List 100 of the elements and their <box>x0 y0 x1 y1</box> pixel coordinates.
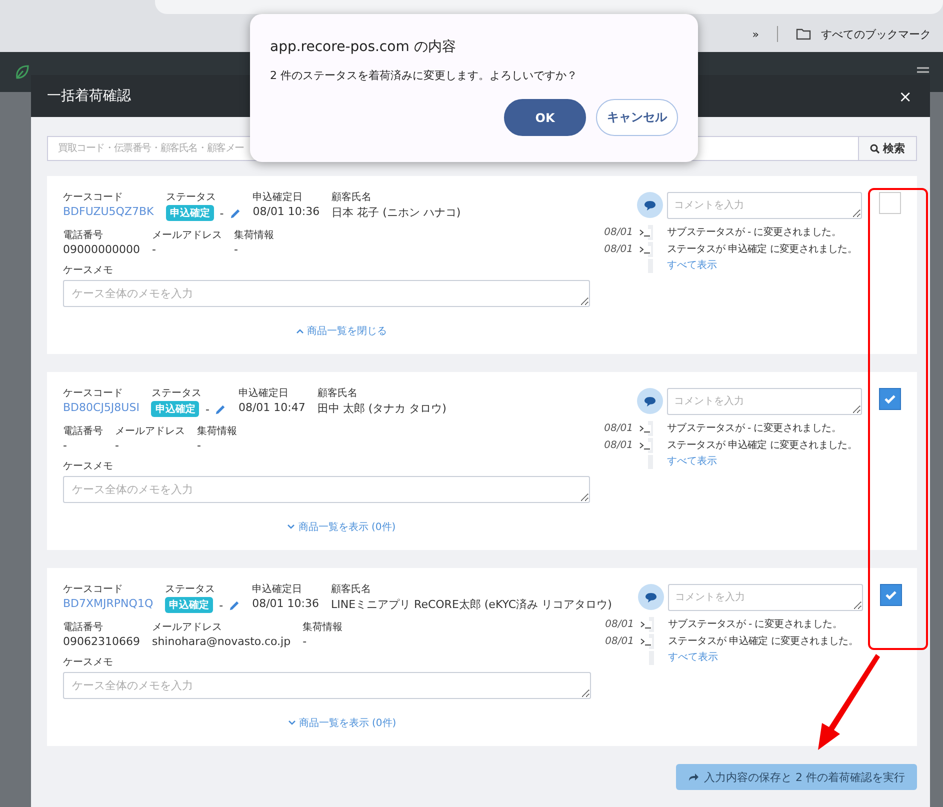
history-date: 08/01 <box>603 422 633 436</box>
field-value: 09062310669 <box>63 635 140 648</box>
show-all-link[interactable]: すべて表示 <box>668 651 863 665</box>
checkmark-icon <box>885 590 897 600</box>
case-code-link[interactable]: BDFUZU5QZ7BK <box>63 205 154 218</box>
case-code-link[interactable]: BD80CJ5J8USI <box>63 401 140 414</box>
product-list-toggle[interactable]: 商品一覧を表示 (0件) <box>287 520 396 534</box>
field-value: 日本 花子 (ニホン ハナコ) <box>332 205 461 220</box>
history-date: 08/01 <box>603 243 633 257</box>
submit-button[interactable]: 入力内容の保存と 2 件の着荷確認を実行 <box>676 764 917 790</box>
leaf-logo-icon <box>14 64 30 80</box>
field-value: 08/01 10:36 <box>252 597 319 610</box>
bookmarks-overflow[interactable]: » <box>752 28 759 40</box>
close-button[interactable]: × <box>896 86 914 106</box>
cancel-button[interactable]: キャンセル <box>596 99 678 136</box>
substatus-value: - <box>219 598 224 612</box>
pencil-icon[interactable] <box>215 404 226 414</box>
field-label: ケースメモ <box>63 656 114 669</box>
field-label: ケースコード <box>63 387 124 400</box>
terminal-icon <box>639 229 651 237</box>
field-value: 09000000000 <box>63 243 140 256</box>
history-date: 08/01 <box>604 635 634 649</box>
checkbox[interactable] <box>879 388 901 410</box>
pencil-icon[interactable] <box>229 600 240 610</box>
comment-field[interactable]: コメントを入力 <box>667 192 862 219</box>
comment-field[interactable]: コメントを入力 <box>667 388 862 415</box>
checkmark-icon <box>884 394 896 404</box>
field-label: ステータス <box>166 191 217 204</box>
terminal-icon <box>639 246 651 254</box>
product-list-toggle[interactable]: 商品一覧を閉じる <box>296 324 387 338</box>
alert-message: 2 件のステータスを着荷済みに変更します。よろしいですか？ <box>270 68 578 83</box>
field-value: - <box>63 439 68 452</box>
terminal-icon <box>640 621 652 629</box>
field-label: メールアドレス <box>152 621 223 634</box>
field-label: 顧客氏名 <box>332 190 373 204</box>
search-icon <box>870 144 880 154</box>
alert-title: app.recore-pos.com の内容 <box>270 38 457 56</box>
history-entry: ステータスが 申込確定 に変更されました。 <box>667 242 858 257</box>
modal-title: 一括着荷確認 <box>47 87 131 105</box>
field-label: 集荷情報 <box>302 620 343 634</box>
field-value: - <box>152 243 157 256</box>
field-label: 集荷情報 <box>234 228 274 242</box>
field-label: 申込確定日 <box>252 190 304 204</box>
field-label: 集荷情報 <box>197 424 237 438</box>
history-entry: ステータスが 申込確定 に変更されました。 <box>668 634 858 649</box>
memo-field[interactable]: ケース全体のメモを入力 <box>63 280 590 307</box>
field-label: ケースメモ <box>63 460 114 473</box>
show-all-link[interactable]: すべて表示 <box>667 259 862 273</box>
bookmarks-folder[interactable]: すべてのブックマーク <box>821 26 931 42</box>
field-label: ステータス <box>151 387 202 400</box>
field-label: 顧客氏名 <box>317 386 358 400</box>
comment-field[interactable]: コメントを入力 <box>668 584 863 611</box>
terminal-icon <box>640 638 652 646</box>
caret-down-icon <box>287 524 296 530</box>
pencil-icon[interactable] <box>230 208 241 218</box>
folder-icon <box>796 28 811 40</box>
field-value: - <box>234 243 239 256</box>
field-value: - <box>115 439 120 452</box>
history-entry: サブステータスが - に変更されました。 <box>668 618 842 632</box>
history-date: 08/01 <box>604 618 634 632</box>
field-value: - <box>302 635 308 648</box>
status-badge: 申込確定 <box>151 401 200 417</box>
checkbox[interactable] <box>879 192 901 214</box>
field-value: 08/01 10:36 <box>252 205 320 218</box>
caret-down-icon <box>288 720 296 726</box>
status-badge: 申込確定 <box>165 597 214 613</box>
comment-bubble-icon <box>637 388 663 414</box>
field-label: 電話番号 <box>63 228 104 242</box>
field-value: shinohara@novasto.co.jp <box>152 635 291 648</box>
field-value: 08/01 10:47 <box>238 401 306 414</box>
case-code-link[interactable]: BD7XMJRPNQ1Q <box>63 597 154 610</box>
field-label: ステータス <box>165 583 216 596</box>
checkbox[interactable] <box>880 584 902 606</box>
search-button[interactable]: 検索 <box>858 136 917 161</box>
share-arrow-icon <box>688 772 699 782</box>
field-label: 顧客氏名 <box>331 582 372 596</box>
field-label: 申込確定日 <box>252 582 304 596</box>
field-value: LINEミニアプリ ReCORE太郎 (eKYC済み リコアタロウ) <box>331 597 612 612</box>
history-date: 08/01 <box>603 439 633 453</box>
history-entry: ステータスが 申込確定 に変更されました。 <box>667 438 858 453</box>
field-label: メールアドレス <box>115 425 185 438</box>
terminal-icon <box>639 442 651 450</box>
history-entry: サブステータスが - に変更されました。 <box>667 422 841 436</box>
field-value: - <box>197 439 202 452</box>
product-list-toggle[interactable]: 商品一覧を表示 (0件) <box>288 716 396 730</box>
substatus-value: - <box>205 402 210 416</box>
terminal-icon <box>639 425 651 433</box>
comment-bubble-icon <box>637 192 663 218</box>
ok-button[interactable]: OK <box>504 99 586 136</box>
show-all-link[interactable]: すべて表示 <box>667 455 862 469</box>
field-label: 電話番号 <box>63 424 103 438</box>
caret-up-icon <box>296 328 304 334</box>
comment-bubble-icon <box>638 584 664 610</box>
memo-field[interactable]: ケース全体のメモを入力 <box>63 476 590 503</box>
field-label: 申込確定日 <box>238 386 290 400</box>
field-value: 田中 太郎 (タナカ タロウ) <box>317 401 446 416</box>
memo-field[interactable]: ケース全体のメモを入力 <box>63 672 591 699</box>
status-badge: 申込確定 <box>166 205 214 221</box>
history-entry: サブステータスが - に変更されました。 <box>667 226 841 240</box>
field-label: ケースメモ <box>63 264 114 277</box>
